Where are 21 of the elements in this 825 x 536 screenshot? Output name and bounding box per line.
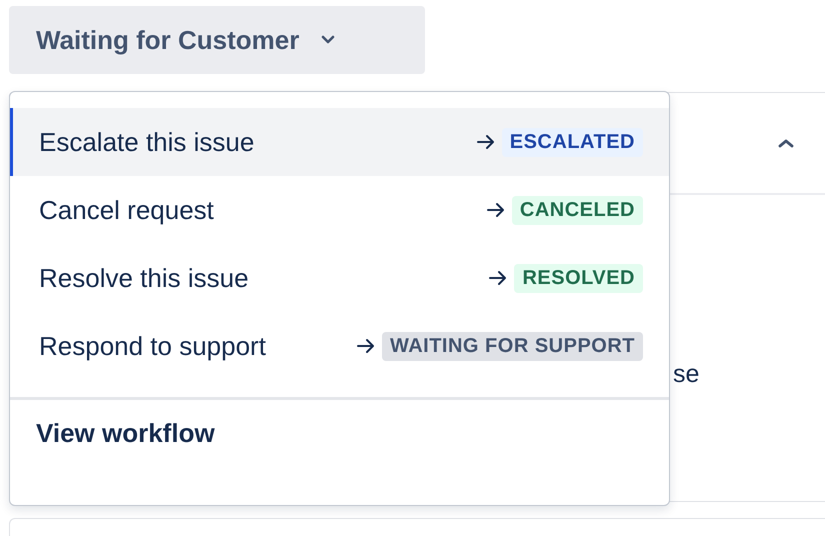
menu-item[interactable]: Respond to support WAITING FOR SUPPORT	[10, 312, 669, 380]
menu-item[interactable]: Resolve this issue RESOLVED	[10, 244, 669, 312]
arrow-right-icon	[476, 134, 496, 150]
status-lozenge: CANCELED	[512, 196, 643, 224]
status-lozenge: RESOLVED	[514, 264, 643, 292]
view-workflow-link[interactable]: View workflow	[36, 418, 215, 448]
menu-item-label: Resolve this issue	[39, 262, 249, 294]
status-lozenge: WAITING FOR SUPPORT	[382, 332, 643, 360]
status-lozenge: ESCALATED	[502, 128, 643, 156]
arrow-right-icon	[488, 270, 508, 286]
chevron-down-icon	[321, 35, 336, 45]
status-button[interactable]: Waiting for Customer	[9, 6, 425, 74]
menu-item[interactable]: Cancel request CANCELED	[10, 176, 669, 244]
menu-item-label: Cancel request	[39, 194, 214, 226]
menu-item-label: Respond to support	[39, 330, 266, 362]
chevron-up-icon	[778, 138, 794, 148]
menu-item-label: Escalate this issue	[39, 126, 254, 158]
menu-item[interactable]: Escalate this issue ESCALATED	[10, 108, 669, 176]
arrow-right-icon	[486, 202, 506, 218]
arrow-right-icon	[356, 338, 376, 354]
panel-text: se	[673, 360, 700, 388]
